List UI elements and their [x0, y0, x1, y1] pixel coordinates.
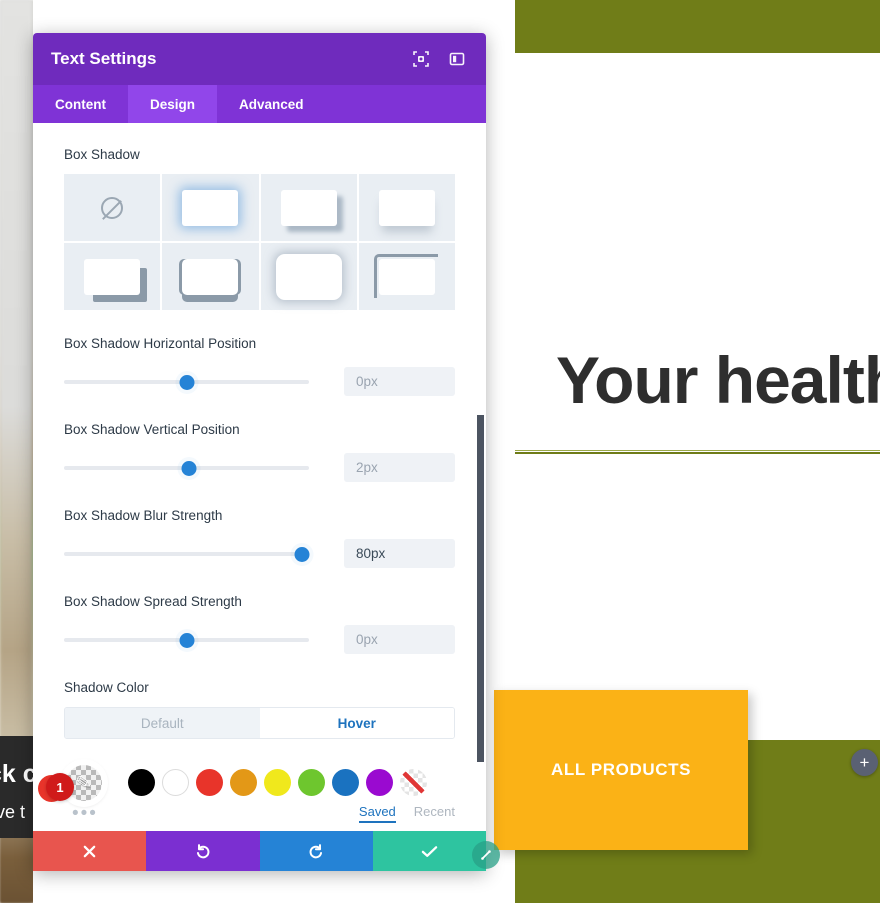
preset-soft-bottom[interactable]: [358, 174, 455, 241]
slider-knob[interactable]: [179, 632, 194, 648]
tab-design[interactable]: Design: [128, 85, 218, 123]
modal-title: Text Settings: [51, 49, 157, 68]
modal-body: Box Shadow Box Shadow Horizontal Positio…: [33, 123, 486, 831]
modal-tabs: Content Design Advanced: [33, 85, 486, 123]
color-swatch-row: [120, 769, 455, 796]
slider-row-blur: Box Shadow Blur Strength 80px: [64, 508, 455, 568]
overlay-text-line2: ove t: [0, 802, 26, 822]
preset-outline-preview: [373, 253, 438, 298]
link-saved[interactable]: Saved: [358, 804, 396, 823]
preset-glow-preview: [182, 189, 239, 226]
eyedropper-icon: ✎: [74, 771, 94, 795]
overlay-text-line1: ck c: [0, 760, 37, 788]
layout-panel-icon[interactable]: [446, 48, 468, 70]
shadow-color-label: Shadow Color: [64, 680, 149, 695]
slider-vertical[interactable]: [64, 459, 309, 477]
swatch-green[interactable]: [298, 769, 325, 796]
value-input-spread[interactable]: 0px: [344, 625, 455, 654]
redo-icon: [309, 843, 322, 858]
preset-soft-preview: [378, 189, 435, 226]
slider-spread[interactable]: [64, 631, 309, 649]
modal-action-bar: [33, 831, 486, 871]
swatch-orange[interactable]: [230, 769, 257, 796]
state-hover[interactable]: Hover: [259, 708, 454, 738]
slider-row-vertical: Box Shadow Vertical Position 2px: [64, 422, 455, 482]
tab-advanced[interactable]: Advanced: [217, 85, 326, 123]
page-title: Your health: [556, 343, 880, 417]
slider-horizontal[interactable]: [64, 373, 309, 391]
check-icon: [421, 845, 438, 857]
redo-button[interactable]: [259, 831, 373, 871]
swatch-yellow[interactable]: [264, 769, 291, 796]
preset-offset-bottom-right[interactable]: [260, 174, 357, 241]
site-header-band: [515, 0, 880, 53]
slider-row-spread: Box Shadow Spread Strength 0px: [64, 594, 455, 654]
slider-track: [64, 551, 309, 556]
no-shadow-icon: [101, 196, 124, 219]
color-swatch-area: ✎ 1 ••• Saved Recent: [38, 761, 455, 829]
page-root: Your health ALL PRODUCTS + ck c ove t Te…: [0, 0, 880, 903]
swatch-blue[interactable]: [332, 769, 359, 796]
all-products-button[interactable]: ALL PRODUCTS: [494, 690, 748, 850]
preset-bottombar-preview: [182, 258, 239, 295]
box-shadow-preset-grid: [64, 174, 455, 310]
focus-target-icon[interactable]: [410, 48, 432, 70]
text-settings-modal: Text Settings Content Design Advanced Bo…: [33, 33, 500, 871]
slider-label-blur: Box Shadow Blur Strength: [64, 508, 223, 523]
slider-knob[interactable]: [294, 546, 310, 562]
add-section-button[interactable]: +: [851, 749, 878, 776]
slider-blur[interactable]: [64, 545, 310, 563]
plus-icon: +: [859, 753, 870, 772]
more-colors-icon[interactable]: •••: [72, 804, 98, 823]
swatch-red[interactable]: [196, 769, 223, 796]
value-input-horizontal[interactable]: 0px: [344, 367, 455, 396]
preset-none[interactable]: [64, 174, 161, 241]
swatch-transparent[interactable]: [400, 769, 427, 796]
tab-content[interactable]: Content: [33, 85, 128, 123]
color-state-toggle: Default Hover: [64, 707, 455, 739]
slider-row-horizontal: Box Shadow Horizontal Position 0px: [64, 336, 455, 396]
resize-diagonal-icon: [481, 850, 491, 860]
preset-offset-preview: [280, 189, 337, 226]
undo-icon: [197, 843, 210, 858]
slider-knob[interactable]: [181, 460, 197, 476]
preset-outerblur-preview: [280, 258, 337, 295]
slider-label-vertical: Box Shadow Vertical Position: [64, 422, 240, 437]
swatch-white[interactable]: [162, 769, 189, 796]
state-default[interactable]: Default: [65, 708, 260, 738]
preset-outline-corner[interactable]: [358, 243, 455, 310]
resize-handle[interactable]: [472, 841, 500, 869]
all-products-label: ALL PRODUCTS: [550, 760, 692, 779]
swatch-purple[interactable]: [366, 769, 393, 796]
value-input-blur[interactable]: 80px: [344, 539, 455, 568]
undo-button[interactable]: [146, 831, 260, 871]
modal-scrollbar[interactable]: [477, 415, 484, 762]
swatch-black[interactable]: [128, 769, 155, 796]
cancel-button[interactable]: [33, 831, 147, 871]
preset-bottom-bar[interactable]: [162, 243, 259, 310]
link-recent[interactable]: Recent: [414, 804, 455, 823]
preset-glow[interactable]: [162, 174, 259, 241]
box-shadow-label: Box Shadow: [64, 147, 140, 162]
slider-knob[interactable]: [179, 374, 194, 390]
preset-outer-blur[interactable]: [260, 243, 357, 310]
preset-hard-preview: [84, 258, 141, 295]
swatch-footer: ••• Saved Recent: [64, 804, 455, 823]
slider-label-spread: Box Shadow Spread Strength: [64, 594, 242, 609]
swatch-badge-count: 1: [46, 773, 74, 801]
slider-label-horizontal: Box Shadow Horizontal Position: [64, 336, 257, 351]
value-input-vertical[interactable]: 2px: [344, 453, 455, 482]
preset-hard-corner[interactable]: [64, 243, 161, 310]
save-button[interactable]: [372, 831, 486, 871]
close-icon: [83, 845, 96, 857]
modal-header: Text Settings: [33, 33, 486, 85]
